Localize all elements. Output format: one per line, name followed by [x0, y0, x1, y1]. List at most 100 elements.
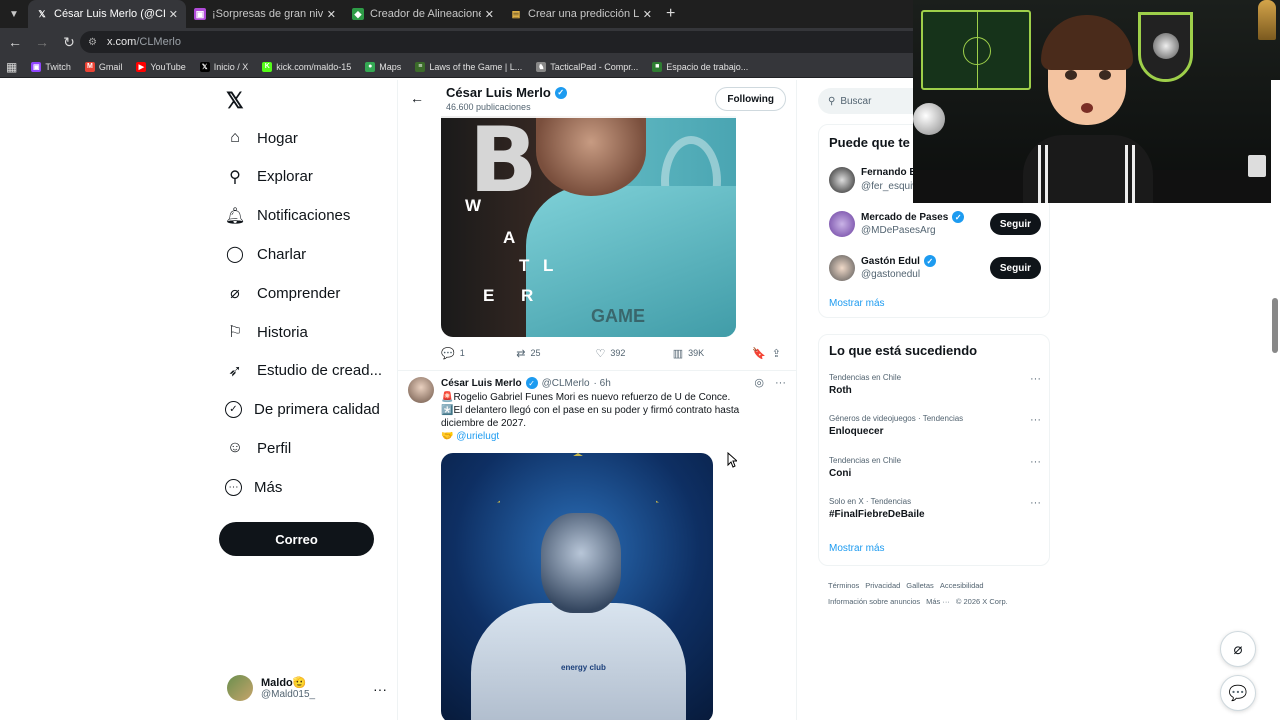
sidebar-item-explorar[interactable]: ⚲ Explorar	[225, 162, 313, 192]
more-dots-icon[interactable]: ···	[1030, 456, 1041, 468]
follow-button[interactable]: Seguir	[989, 213, 1041, 235]
author-name[interactable]: César Luis Merlo	[441, 378, 522, 389]
avatar[interactable]	[829, 167, 855, 193]
close-tab-icon[interactable]: ✕	[169, 8, 178, 21]
footer-link[interactable]: Términos	[828, 581, 859, 590]
twitch-favicon-icon: ▣	[194, 8, 206, 20]
show-more-link[interactable]: Mostrar más	[829, 298, 885, 309]
who-to-follow-item[interactable]: Gastón Edul ✓ @gastonedul Seguir	[829, 253, 1041, 285]
apps-grid-icon[interactable]: ▦	[6, 60, 17, 74]
tactics-board-graphic	[921, 10, 1031, 90]
footer-link[interactable]: Galletas	[906, 581, 934, 590]
back-arrow-icon[interactable]: ←	[3, 34, 27, 50]
close-tab-icon[interactable]: ✕	[485, 8, 494, 21]
sidebar-item-hogar[interactable]: ⌂ Hogar	[225, 123, 298, 153]
rocket-icon: ➶	[228, 362, 242, 380]
show-more-link[interactable]: Mostrar más	[829, 543, 885, 554]
back-arrow-icon[interactable]: ←	[410, 90, 424, 106]
avatar[interactable]	[829, 211, 855, 237]
sidebar-item-comprender[interactable]: ⌀ Comprender	[225, 278, 340, 308]
tweet-time[interactable]: · 6h	[594, 378, 611, 389]
sidebar-item-label: Historia	[257, 323, 308, 341]
more-dots-icon[interactable]: ···	[1030, 373, 1041, 385]
author-handle[interactable]: @CLMerlo	[542, 378, 590, 389]
grok-icon[interactable]: ◎	[754, 377, 764, 389]
page-scrollbar[interactable]	[1271, 80, 1280, 720]
follow-button[interactable]: Seguir	[989, 257, 1041, 279]
footer-link[interactable]: Información sobre anuncios	[828, 597, 920, 606]
bookmark-item[interactable]: M Gmail	[84, 61, 122, 72]
site-info-icon[interactable]: ⚙	[88, 37, 97, 48]
messages-fab-button[interactable]: 💬	[1220, 675, 1256, 711]
tab-title: César Luis Merlo (@CLMerlo) /	[54, 8, 165, 20]
youtube-icon: ▶	[136, 61, 147, 72]
twitch-icon: ▣	[31, 61, 42, 72]
sidebar-item-notificaciones[interactable]: 🔔︎ Notificaciones	[225, 201, 351, 231]
bookmark-item[interactable]: ■ Espacio de trabajo...	[652, 61, 748, 72]
avatar[interactable]	[408, 377, 434, 403]
sidebar-item-más[interactable]: ⋯ Más	[225, 472, 282, 502]
browser-tab[interactable]: ◆ Creador de Alineaciones de Fútb ✕	[344, 0, 502, 28]
bookmark-item[interactable]: ● Maps	[365, 61, 401, 72]
forward-arrow-icon[interactable]: →	[30, 34, 54, 50]
account-switcher[interactable]: Maldo🫡 @Mald015_ ···	[227, 675, 387, 701]
trend-item[interactable]: Solo en X · Tendencias #FinalFiebreDeBail…	[829, 497, 1041, 531]
verified-badge-icon: ✓	[952, 211, 965, 223]
avatar[interactable]	[829, 255, 855, 281]
who-to-follow-item[interactable]: Mercado de Pases ✓ @MDePasesArg Seguir	[829, 209, 1041, 241]
x-logo-icon[interactable]: 𝕏	[226, 88, 244, 114]
sidebar-item-charlar[interactable]: ◯ Charlar	[225, 239, 306, 269]
tweet-media-image[interactable]: energy club	[441, 453, 713, 720]
trend-item[interactable]: Tendencias en Chile Coni ···	[829, 456, 1041, 490]
more-dots-icon[interactable]: ···	[373, 681, 387, 697]
browser-tab[interactable]: ▤ Crear una predicción Liga de Pr ✕	[502, 0, 660, 28]
like-button[interactable]: ♡ 392	[596, 347, 673, 360]
more-dots-icon[interactable]: ···	[1030, 414, 1041, 426]
tweet[interactable]: César Luis Merlo ✓ @CLMerlo · 6h ◎ ··· 🚨…	[398, 370, 796, 720]
trend-context: Géneros de videojuegos · Tendencias	[829, 414, 964, 424]
grok-fab-button[interactable]: ⌀	[1220, 631, 1256, 667]
bookmark-item[interactable]: ▶ YouTube	[136, 61, 186, 72]
close-tab-icon[interactable]: ✕	[643, 8, 652, 21]
more-circle-icon: ⋯	[225, 478, 242, 496]
post-button[interactable]: Correo	[219, 522, 374, 556]
bookmark-item[interactable]: Kkick.com/maldo-15	[262, 61, 351, 72]
footer-link[interactable]: Más ···	[926, 597, 950, 606]
repost-button[interactable]: ⇄ 25	[516, 347, 595, 360]
bookmark-item[interactable]: ▣ Twitch	[31, 61, 71, 72]
sidebar-item-estudio-de-cread[interactable]: ➶ Estudio de cread...	[225, 356, 382, 386]
more-dots-icon[interactable]: ···	[1030, 497, 1041, 509]
chat-icon: ◯	[226, 246, 244, 264]
views-button[interactable]: ▥ 39K	[673, 347, 752, 360]
reply-button[interactable]: 💬 1	[441, 347, 516, 360]
player-jersey-graphic	[471, 603, 686, 720]
following-button[interactable]: Following	[715, 87, 786, 111]
mention-link[interactable]: @urielugt	[456, 431, 499, 442]
tweet-media-image[interactable]: B W A L T E R GAME	[441, 116, 736, 337]
grok-icon: ⌀	[230, 285, 240, 303]
bookmark-item[interactable]: ≡ Laws of the Game | L...	[415, 61, 522, 72]
trend-item[interactable]: Géneros de videojuegos · Tendencias Enloq…	[829, 414, 1041, 448]
tab-list-chevron-icon[interactable]: ▼	[0, 0, 28, 28]
more-dots-icon[interactable]: ···	[775, 377, 786, 389]
bookmark-item[interactable]: ♞ TacticalPad - Compr...	[536, 61, 639, 72]
streamer-avatar-graphic	[1023, 15, 1153, 203]
browser-tab[interactable]: ▣ ¡Sorpresas de gran nivel! Los fic ✕	[186, 0, 344, 28]
trend-item[interactable]: Tendencias en Chile Roth ···	[829, 373, 1041, 407]
scrollbar-thumb[interactable]	[1272, 298, 1278, 353]
bookmark-item[interactable]: 𝕏 Inicio / X	[199, 61, 248, 72]
close-tab-icon[interactable]: ✕	[327, 8, 336, 21]
bookmark-button[interactable]: 🔖	[752, 347, 772, 360]
footer-link[interactable]: Accesibilidad	[940, 581, 984, 590]
account-name: Maldo🫡	[261, 677, 307, 689]
sidebar-item-de-primera-calidad[interactable]: ✓ De primera calidad	[225, 395, 380, 425]
footer-link[interactable]: Privacidad	[865, 581, 900, 590]
sidebar-item-historia[interactable]: ⚐ Historia	[225, 317, 308, 347]
browser-tab[interactable]: 𝕏 César Luis Merlo (@CLMerlo) / ✕	[28, 0, 186, 28]
bookmark-label: YouTube	[150, 61, 186, 72]
bookmark-label: TacticalPad - Compr...	[550, 61, 639, 72]
new-tab-icon[interactable]: +	[666, 5, 675, 23]
sidebar-item-perfil[interactable]: ☺ Perfil	[225, 433, 291, 463]
reload-icon[interactable]: ↻	[57, 34, 81, 51]
share-button[interactable]: ⇪	[772, 347, 786, 360]
